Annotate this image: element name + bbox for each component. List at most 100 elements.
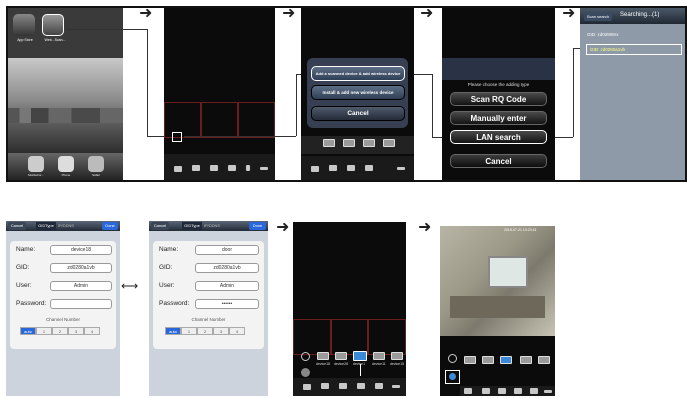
record-icon[interactable] <box>339 383 347 389</box>
record-icon[interactable] <box>498 388 506 394</box>
speaker-icon[interactable] <box>357 383 365 389</box>
safari-icon[interactable] <box>88 156 104 172</box>
video-cell <box>331 319 368 355</box>
speaker-icon[interactable] <box>228 165 236 171</box>
user-field[interactable]: Admin <box>50 281 112 291</box>
more-icon[interactable] <box>260 167 268 170</box>
gid-field[interactable]: zd0280a1vb <box>50 263 112 273</box>
key-icon[interactable] <box>464 388 472 394</box>
arrow-right-icon: ➜ <box>139 5 153 22</box>
dock-icon-1[interactable] <box>28 156 44 172</box>
record-icon[interactable] <box>347 165 355 171</box>
name-field[interactable]: door <box>195 245 259 255</box>
add-device-icon[interactable] <box>301 352 310 361</box>
result-row-selected[interactable]: GID: zd0280a1vb <box>586 44 682 55</box>
menu-cancel-button[interactable]: Cancel <box>311 106 405 121</box>
more-icon[interactable] <box>392 385 400 388</box>
channel-3[interactable]: 3 <box>68 327 84 335</box>
connector-add-to-menu <box>184 136 296 137</box>
channel-3[interactable]: 3 <box>213 327 229 335</box>
record-icon[interactable] <box>210 165 218 171</box>
channel-thumb-selected[interactable] <box>353 351 367 361</box>
channel-thumb-4[interactable] <box>373 352 385 360</box>
channel-4[interactable]: 4 <box>229 327 245 335</box>
user-field[interactable]: Admin <box>195 281 259 291</box>
channel-thumb-4[interactable] <box>520 356 532 364</box>
add-device-button[interactable] <box>172 132 182 142</box>
app-store-icon[interactable] <box>13 14 35 36</box>
channel-1[interactable]: 1 <box>181 327 197 335</box>
mic-icon[interactable] <box>246 165 250 171</box>
add-device-icon[interactable] <box>448 354 457 363</box>
channel-thumb[interactable] <box>363 139 375 147</box>
phone-icon[interactable] <box>530 388 538 394</box>
minus-icon[interactable] <box>301 368 310 377</box>
more-icon[interactable] <box>544 390 552 393</box>
channel-4[interactable]: 4 <box>84 327 100 335</box>
scan-qr-code-button[interactable]: Scan RQ Code <box>450 92 547 106</box>
video-shelf <box>450 296 545 318</box>
phone-icon[interactable] <box>58 156 74 172</box>
camera-icon[interactable] <box>482 388 490 394</box>
channel-thumb-1[interactable] <box>317 352 329 360</box>
result-row[interactable]: GID: zd02808rx <box>584 30 681 40</box>
password-label: Password: <box>16 300 47 307</box>
key-icon[interactable] <box>311 166 319 172</box>
name-label: Name: <box>159 246 179 253</box>
video-window <box>488 256 528 288</box>
speaker-icon[interactable] <box>514 388 522 394</box>
channel-thumb-5[interactable] <box>391 352 403 360</box>
name-field[interactable]: device18 <box>50 245 112 255</box>
key-icon[interactable] <box>174 166 182 172</box>
channel-1[interactable]: 1 <box>36 327 52 335</box>
channel-thumb-5[interactable] <box>538 356 550 364</box>
camera-app-label: Web...Scan... <box>44 38 66 42</box>
manually-enter-button[interactable]: Manually enter <box>450 111 547 125</box>
done-button[interactable]: Done <box>102 222 118 230</box>
channel-thumb[interactable] <box>383 139 395 147</box>
camera-icon[interactable] <box>321 383 329 389</box>
channel-number-label: Channel Number <box>45 317 81 322</box>
channel-thumb-selected[interactable] <box>500 356 512 364</box>
password-field[interactable]: •••••• <box>195 299 259 309</box>
gid-type-tab[interactable]: GIDType <box>182 222 202 230</box>
connector-menu-to-types <box>414 74 432 75</box>
camera-app-icon[interactable] <box>42 14 64 36</box>
menu-item-install-wireless[interactable]: Install & add new wireless device <box>311 85 405 100</box>
menu-item-scanned-wireless[interactable]: Add a scanned device & add wireless devi… <box>311 66 405 81</box>
channel-thumb[interactable] <box>323 139 335 147</box>
gid-type-tab[interactable]: GIDType <box>36 222 56 230</box>
channel-thumb-2[interactable] <box>335 352 347 360</box>
phone-icon[interactable] <box>375 383 383 389</box>
channel-label: device18 <box>316 362 331 366</box>
connector-vertical <box>147 29 148 136</box>
channel-auto[interactable]: auto <box>20 327 36 335</box>
more-icon[interactable] <box>397 167 405 170</box>
camera-icon[interactable] <box>329 165 337 171</box>
cancel-button[interactable]: Cancel <box>8 222 26 230</box>
channel-thumb[interactable] <box>343 139 355 147</box>
type-cancel-button[interactable]: Cancel <box>450 154 547 168</box>
lan-search-button[interactable]: LAN search <box>450 130 547 144</box>
video-cell <box>293 319 331 355</box>
password-field[interactable] <box>50 299 112 309</box>
channel-auto[interactable]: auto <box>165 327 181 335</box>
live-indicator-dot <box>449 373 456 380</box>
connector-v2 <box>296 74 297 136</box>
channel-thumb-2[interactable] <box>482 356 494 364</box>
gid-field[interactable]: zd0280a1vb <box>195 263 259 273</box>
done-button[interactable]: Done <box>249 222 266 230</box>
dock-label-1: MobileFor... <box>28 173 44 177</box>
camera-icon[interactable] <box>192 165 200 171</box>
speaker-icon[interactable] <box>365 165 373 171</box>
bottom-toolbar <box>460 386 555 396</box>
channel-thumb-1[interactable] <box>464 356 476 364</box>
scan-search-tab[interactable]: Scan search <box>584 12 612 21</box>
channel-2[interactable]: 2 <box>52 327 68 335</box>
channel-2[interactable]: 2 <box>197 327 213 335</box>
ip-ddns-tab[interactable]: IP/DDNS <box>202 222 222 230</box>
ip-ddns-tab[interactable]: IP/DDNS <box>56 222 76 230</box>
key-icon[interactable] <box>303 384 311 390</box>
cancel-button[interactable]: Cancel <box>151 222 169 230</box>
name-label: Name: <box>16 246 36 253</box>
